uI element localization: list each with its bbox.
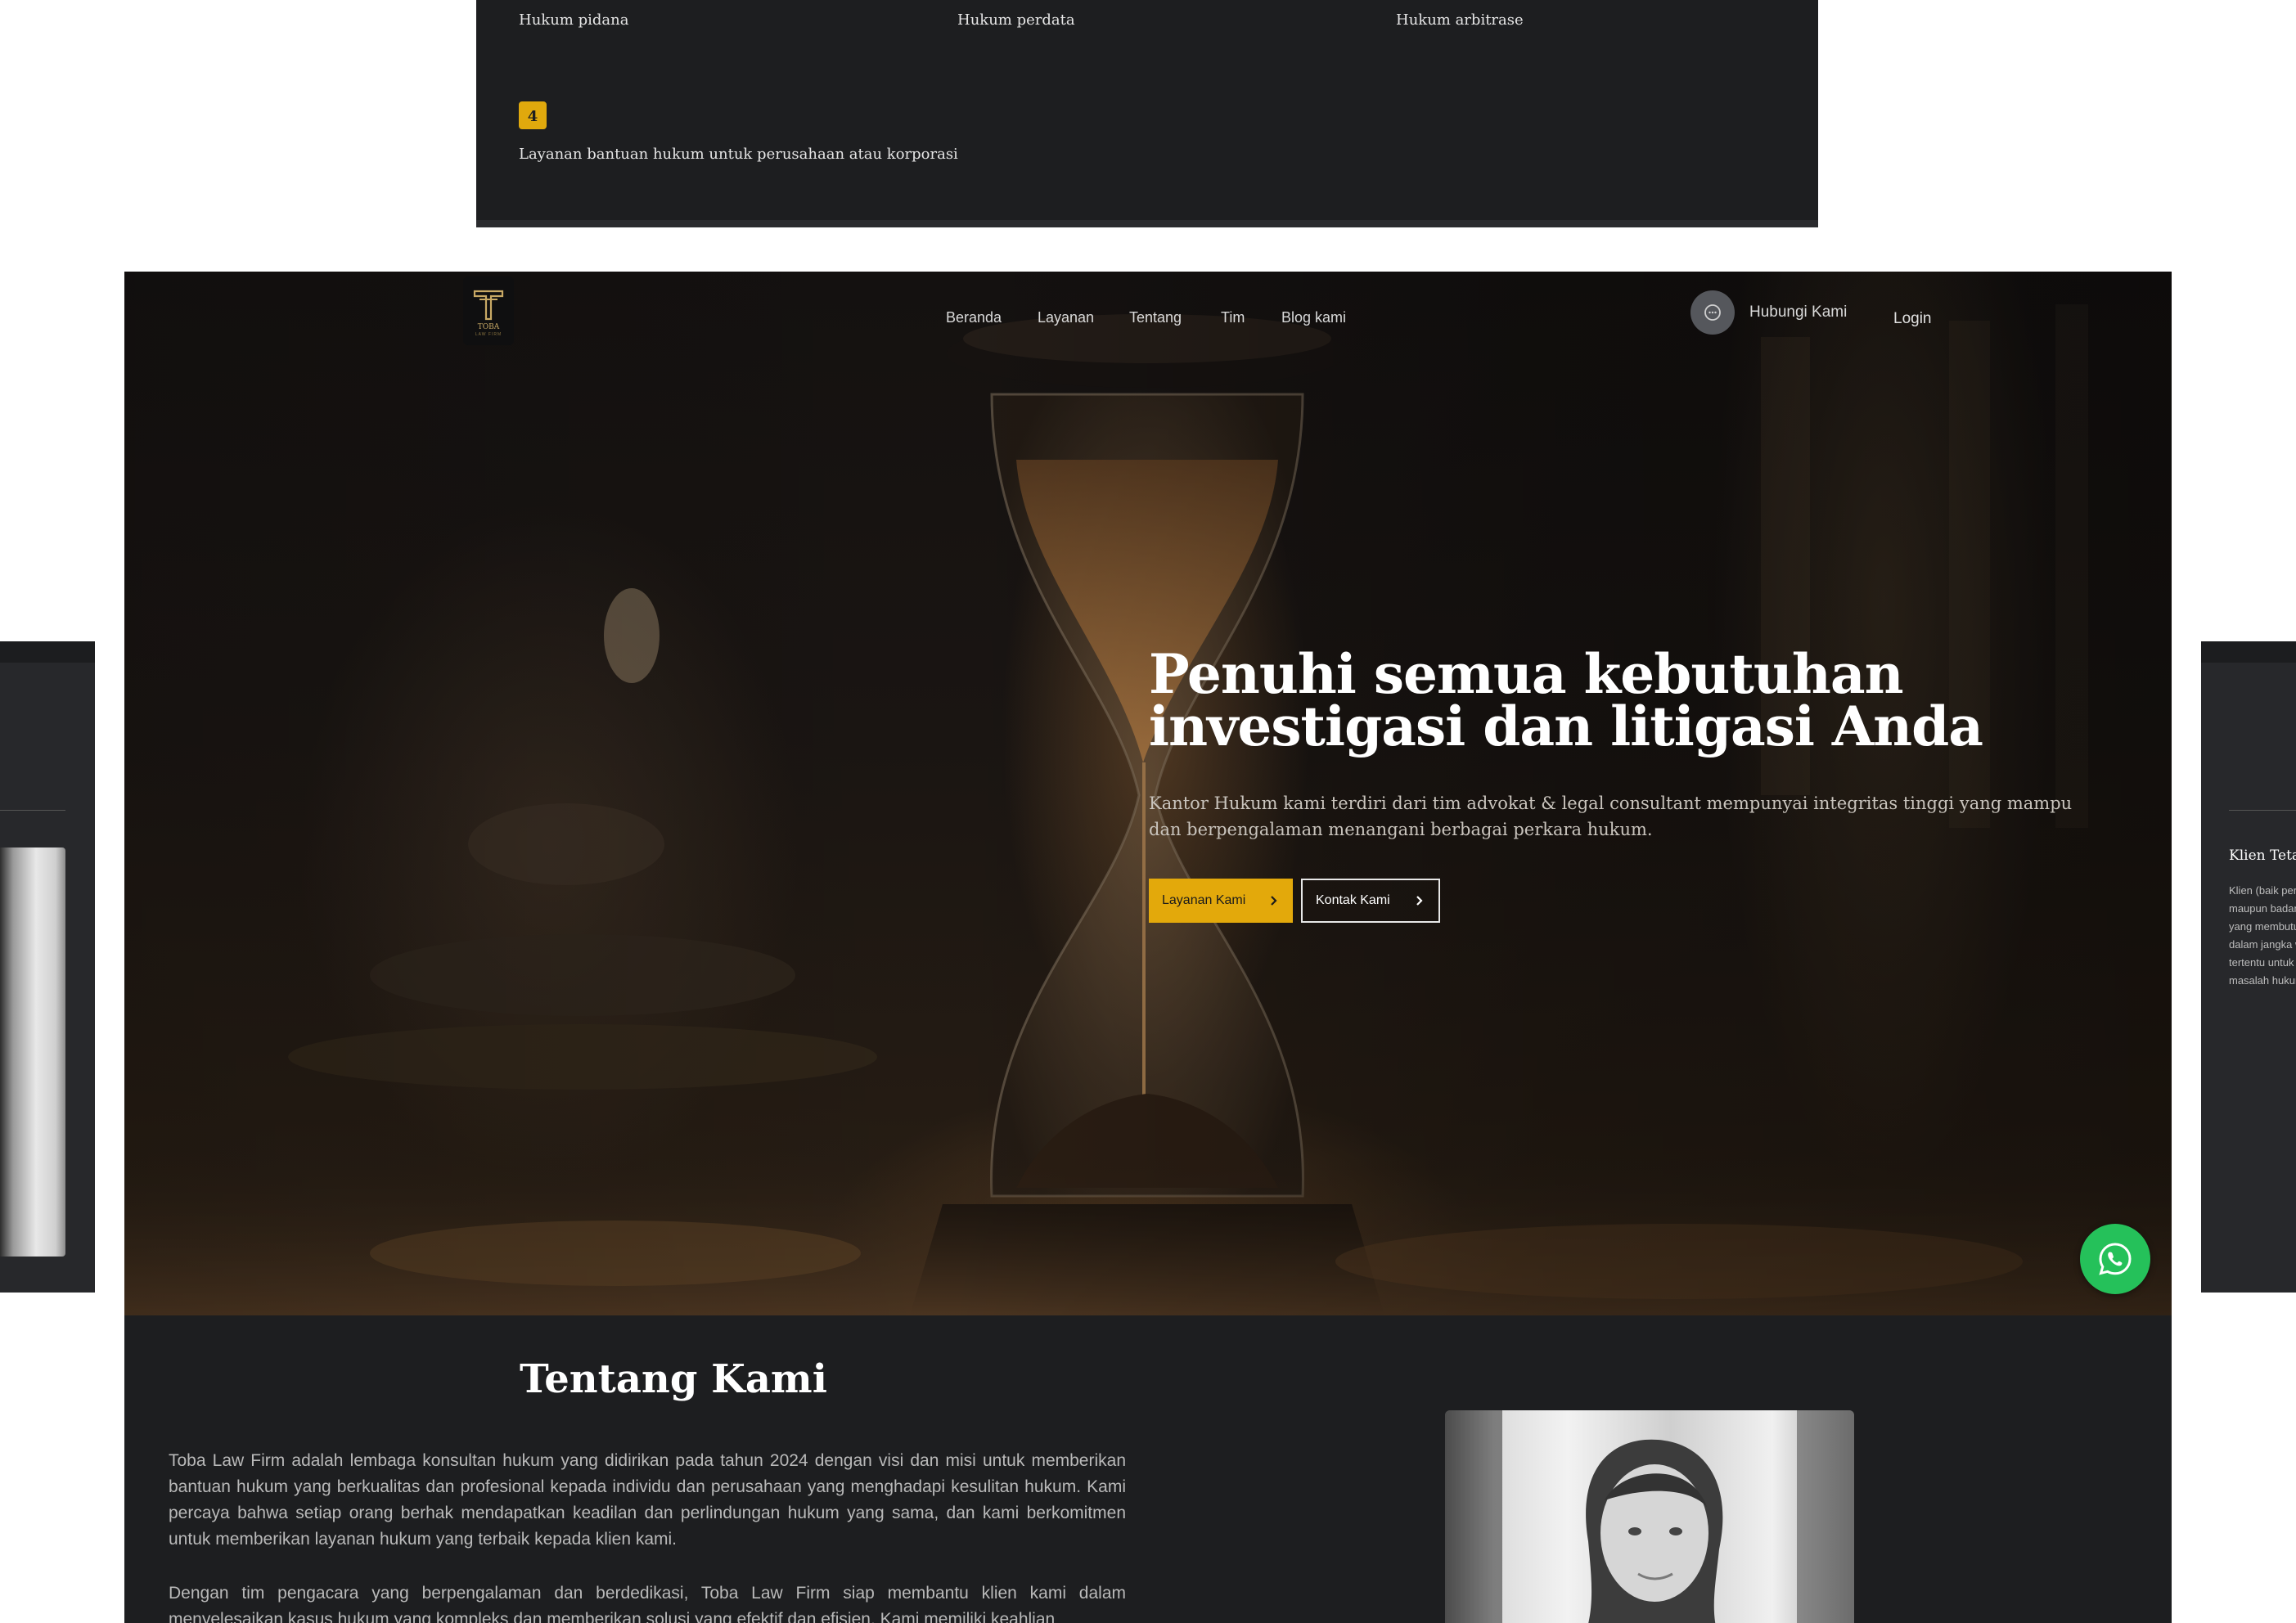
client-card-text: Klien (baik perorangan maupun badan huku… [2229,884,2296,987]
whatsapp-button[interactable] [2080,1224,2150,1294]
client-card-title: Klien Tetap [2229,847,2296,864]
our-services-label: Layanan Kami [1162,893,1246,907]
contact-us-button-label: Kontak Kami [1316,893,1390,907]
chevron-right-icon [1416,896,1423,906]
chat-bubble-icon [1690,290,1735,335]
hero-title: Penuhi semua kebutuhan investigasi dan l… [1149,642,1983,758]
about-title: Tentang Kami [520,1356,827,1402]
service-item-civil-law: Hukum perdata [957,11,1075,29]
our-services-button[interactable]: Layanan Kami [1149,879,1293,923]
divider [2229,810,2296,811]
service-number-badge: 4 [519,101,547,129]
logo-tagline: LAW FIRM [475,332,502,337]
divider [0,810,65,811]
about-section: Tentang Kami Toba Law Firm adalah lembag… [124,1315,2172,1623]
service-item-criminal-law: Hukum pidana [519,11,629,29]
service-item-corporate-legal-aid: Layanan bantuan hukum untuk perusahaan a… [519,146,958,163]
hero-section: TOBA LAW FIRM Beranda Layanan Tentang Ti… [124,272,2172,1315]
about-paragraph-2: Dengan tim pengacara yang berpengalaman … [169,1584,1126,1623]
login-link[interactable]: Login [1893,310,1932,328]
logo-wordmark: TOBA [478,323,500,331]
contact-us-link[interactable]: Hubungi Kami [1690,290,1847,335]
nav-item-blog[interactable]: Blog kami [1281,309,1346,326]
contact-us-button[interactable]: Kontak Kami [1301,879,1440,923]
whatsapp-icon [2099,1243,2132,1275]
logo[interactable]: TOBA LAW FIRM [463,276,514,345]
nav-item-services[interactable]: Layanan [1038,309,1094,326]
hero-description: Kantor Hukum kami terdiri dari tim advok… [1149,794,2073,839]
side-preview-left [0,641,95,1293]
services-section: Hukum pidana Hukum perdata Hukum arbitra… [476,0,1818,227]
nav-item-home[interactable]: Beranda [946,309,1002,326]
service-item-arbitration-law: Hukum arbitrase [1396,11,1524,29]
logo-mark-icon: TOBA [473,290,504,331]
side-preview-right: Klien Tetap Klien (baik perorangan maupu… [2201,641,2296,1293]
portrait-image [1445,1410,1854,1623]
about-paragraph-1: Toba Law Firm adalah lembaga konsultan h… [169,1451,1126,1549]
contact-us-label: Hubungi Kami [1749,303,1848,321]
team-photo-thumbnail [0,847,65,1257]
chevron-right-icon [1271,896,1277,906]
team-member-photo [1445,1410,1854,1623]
nav-item-about[interactable]: Tentang [1129,309,1182,326]
nav-item-team[interactable]: Tim [1221,309,1245,326]
